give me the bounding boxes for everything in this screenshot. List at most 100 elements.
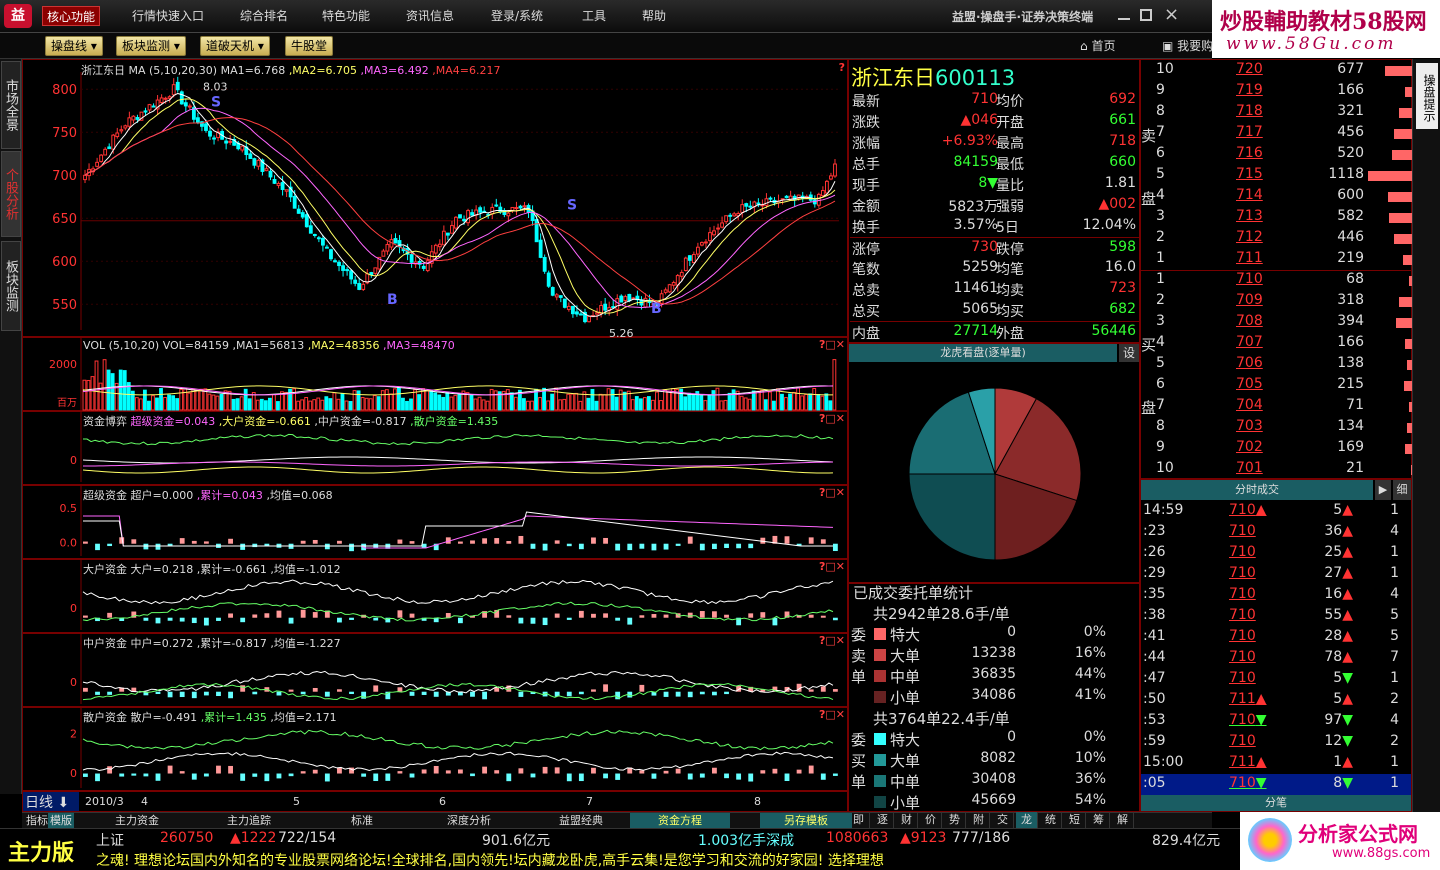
tick-row[interactable]: :50 711▲ 5▲ 2 xyxy=(1141,690,1411,711)
bid-price[interactable]: 702 xyxy=(1236,439,1263,455)
ind-bar xyxy=(832,689,838,692)
bottom-tab[interactable]: 益盟经典 xyxy=(544,813,618,829)
menu-tools[interactable]: 工具 xyxy=(578,6,610,26)
news-ticker[interactable]: 之魂! 理想论坛国内外知名的专业股票网络论坛!全球排名,国内领先!坛内藏龙卧虎,… xyxy=(96,850,1236,870)
right-tab[interactable]: 筹 xyxy=(1088,812,1110,828)
vol-bar xyxy=(102,359,107,411)
tab-stock-analysis[interactable]: 个股分析 xyxy=(1,151,21,237)
ticks-detail-button[interactable]: 细 xyxy=(1393,480,1411,500)
bid-price[interactable]: 706 xyxy=(1236,355,1263,371)
right-tab[interactable]: 交 xyxy=(992,812,1014,828)
tick-row[interactable]: :38 710 55▲ 5 xyxy=(1141,606,1411,627)
ask-price[interactable]: 713 xyxy=(1236,208,1263,224)
bottom-tab[interactable]: 深度分析 xyxy=(434,813,504,829)
bid-price[interactable]: 707 xyxy=(1236,334,1263,350)
bottom-tab[interactable]: 标准 xyxy=(336,813,388,829)
bid-price[interactable]: 703 xyxy=(1236,418,1263,434)
ind2-panel-controls[interactable]: ?□✕ xyxy=(819,486,845,499)
minimize-icon[interactable] xyxy=(1118,18,1130,20)
tab-market-overview[interactable]: 市场全景 xyxy=(1,61,21,149)
right-tab[interactable]: 势 xyxy=(944,812,966,828)
ind1-panel-controls[interactable]: ?□✕ xyxy=(819,412,845,425)
close-icon[interactable]: × xyxy=(1164,4,1179,25)
bottom-tab[interactable]: 主力追踪 xyxy=(214,813,284,829)
right-tab[interactable]: 即 xyxy=(848,812,870,828)
period-selector[interactable]: 日线 ⬇ xyxy=(23,792,79,811)
bid-price[interactable]: 710 xyxy=(1236,271,1263,287)
ask-price[interactable]: 717 xyxy=(1236,124,1263,140)
ask-price[interactable]: 715 xyxy=(1236,166,1263,182)
right-tab[interactable]: 价 xyxy=(920,812,942,828)
tick-row[interactable]: 15:00 711▲ 1▲ 1 xyxy=(1141,753,1411,774)
ask-price[interactable]: 716 xyxy=(1236,145,1263,161)
bid-price[interactable]: 709 xyxy=(1236,292,1263,308)
toolbar-niugutang-button[interactable]: 牛股堂 xyxy=(285,36,334,56)
ask-price[interactable]: 720 xyxy=(1236,61,1263,77)
toolbar-daopo-button[interactable]: 道破天机 ▾ xyxy=(200,36,270,56)
vol-panel-controls[interactable]: ?□✕ xyxy=(819,338,845,351)
tab-tips[interactable]: 操盘提示 xyxy=(1416,63,1438,129)
tick-row[interactable]: :41 710 28▲ 5 xyxy=(1141,627,1411,648)
right-tab[interactable]: 附 xyxy=(968,812,990,828)
sell-order-type: 小单 xyxy=(890,689,921,707)
ind-bar xyxy=(639,615,645,618)
menu-ranking[interactable]: 综合排名 xyxy=(236,6,292,26)
tick-row[interactable]: :05 710▼ 8▼ 1 xyxy=(1141,774,1411,795)
tick-row[interactable]: :35 710 16▲ 4 xyxy=(1141,585,1411,606)
bottom-tab[interactable]: 主力资金 xyxy=(102,813,172,829)
tick-row[interactable]: :26 710 25▲ 1 xyxy=(1141,543,1411,564)
home-link[interactable]: ⌂ 首页 xyxy=(1080,37,1115,54)
sh-ratio: 722/154 xyxy=(278,830,337,846)
menu-core[interactable]: 核心功能 xyxy=(42,6,101,26)
right-tab[interactable]: 逐 xyxy=(872,812,894,828)
ind3-panel-controls[interactable]: ?□✕ xyxy=(819,560,845,573)
menu-features[interactable]: 特色功能 xyxy=(318,6,374,26)
right-tab[interactable]: 财 xyxy=(896,812,918,828)
pie-settings-button[interactable]: 设 xyxy=(1119,344,1139,362)
ask-price[interactable]: 714 xyxy=(1236,187,1263,203)
toolbar-caopanxian-button[interactable]: 操盘线 ▾ xyxy=(45,36,103,56)
tick-row[interactable]: :44 710 78▲ 7 xyxy=(1141,648,1411,669)
bottom-tab[interactable]: 模版 xyxy=(48,813,74,829)
chart-help-icon[interactable]: ? xyxy=(839,61,845,74)
sh-label: 上证 xyxy=(96,833,124,849)
ticks-bottom-tab[interactable]: 分笔 xyxy=(1141,794,1411,811)
menu-quick-entry[interactable]: 行情快速入口 xyxy=(128,6,208,26)
bid-price[interactable]: 705 xyxy=(1236,376,1263,392)
menu-news[interactable]: 资讯信息 xyxy=(402,6,458,26)
bid-price[interactable]: 701 xyxy=(1236,460,1263,476)
buy-link[interactable]: ▣ 我要购 xyxy=(1162,37,1213,54)
right-tab[interactable]: 统 xyxy=(1040,812,1062,828)
candle-body xyxy=(312,234,317,237)
ind4-panel-controls[interactable]: ?□✕ xyxy=(819,634,845,647)
ask-price[interactable]: 712 xyxy=(1236,229,1263,245)
bid-price[interactable]: 708 xyxy=(1236,313,1263,329)
vol-bar xyxy=(352,390,357,411)
tick-row[interactable]: :47 710 5▼ 1 xyxy=(1141,669,1411,690)
right-tab[interactable]: 龙 xyxy=(1016,812,1038,828)
right-tab[interactable]: 短 xyxy=(1064,812,1086,828)
maximize-icon[interactable] xyxy=(1140,9,1152,21)
candle-body xyxy=(373,267,378,274)
ticks-play-icon[interactable]: ▶ xyxy=(1375,480,1391,500)
ind2-avg: ,均值=0.068 xyxy=(266,489,333,502)
tick-row[interactable]: :29 710 27▲ 1 xyxy=(1141,564,1411,585)
tick-row[interactable]: :23 710 36▲ 4 xyxy=(1141,522,1411,543)
toolbar-bankuai-button[interactable]: 板块监测 ▾ xyxy=(116,36,186,56)
ask-price[interactable]: 718 xyxy=(1236,103,1263,119)
tick-row[interactable]: :53 710▼ 97▼ 4 xyxy=(1141,711,1411,732)
menu-help[interactable]: 帮助 xyxy=(638,6,670,26)
ask-price[interactable]: 711 xyxy=(1236,250,1263,266)
bottom-tab[interactable]: 另存模板 xyxy=(760,813,852,829)
bid-price[interactable]: 704 xyxy=(1236,397,1263,413)
ind5-panel-controls[interactable]: ?□✕ xyxy=(819,708,845,721)
ask-price[interactable]: 719 xyxy=(1236,82,1263,98)
candle-body xyxy=(712,230,716,236)
tick-row[interactable]: :59 710 12▼ 2 xyxy=(1141,732,1411,753)
tab-sector-monitor[interactable]: 板块监测 xyxy=(1,241,21,331)
menu-login[interactable]: 登录/系统 xyxy=(487,6,547,26)
tick-time: 15:00 xyxy=(1143,754,1184,770)
bottom-tab[interactable]: 资金方程 xyxy=(630,813,730,829)
tick-row[interactable]: 14:59 710▲ 5▲ 1 xyxy=(1141,501,1411,522)
right-tab[interactable]: 解 xyxy=(1112,812,1134,828)
